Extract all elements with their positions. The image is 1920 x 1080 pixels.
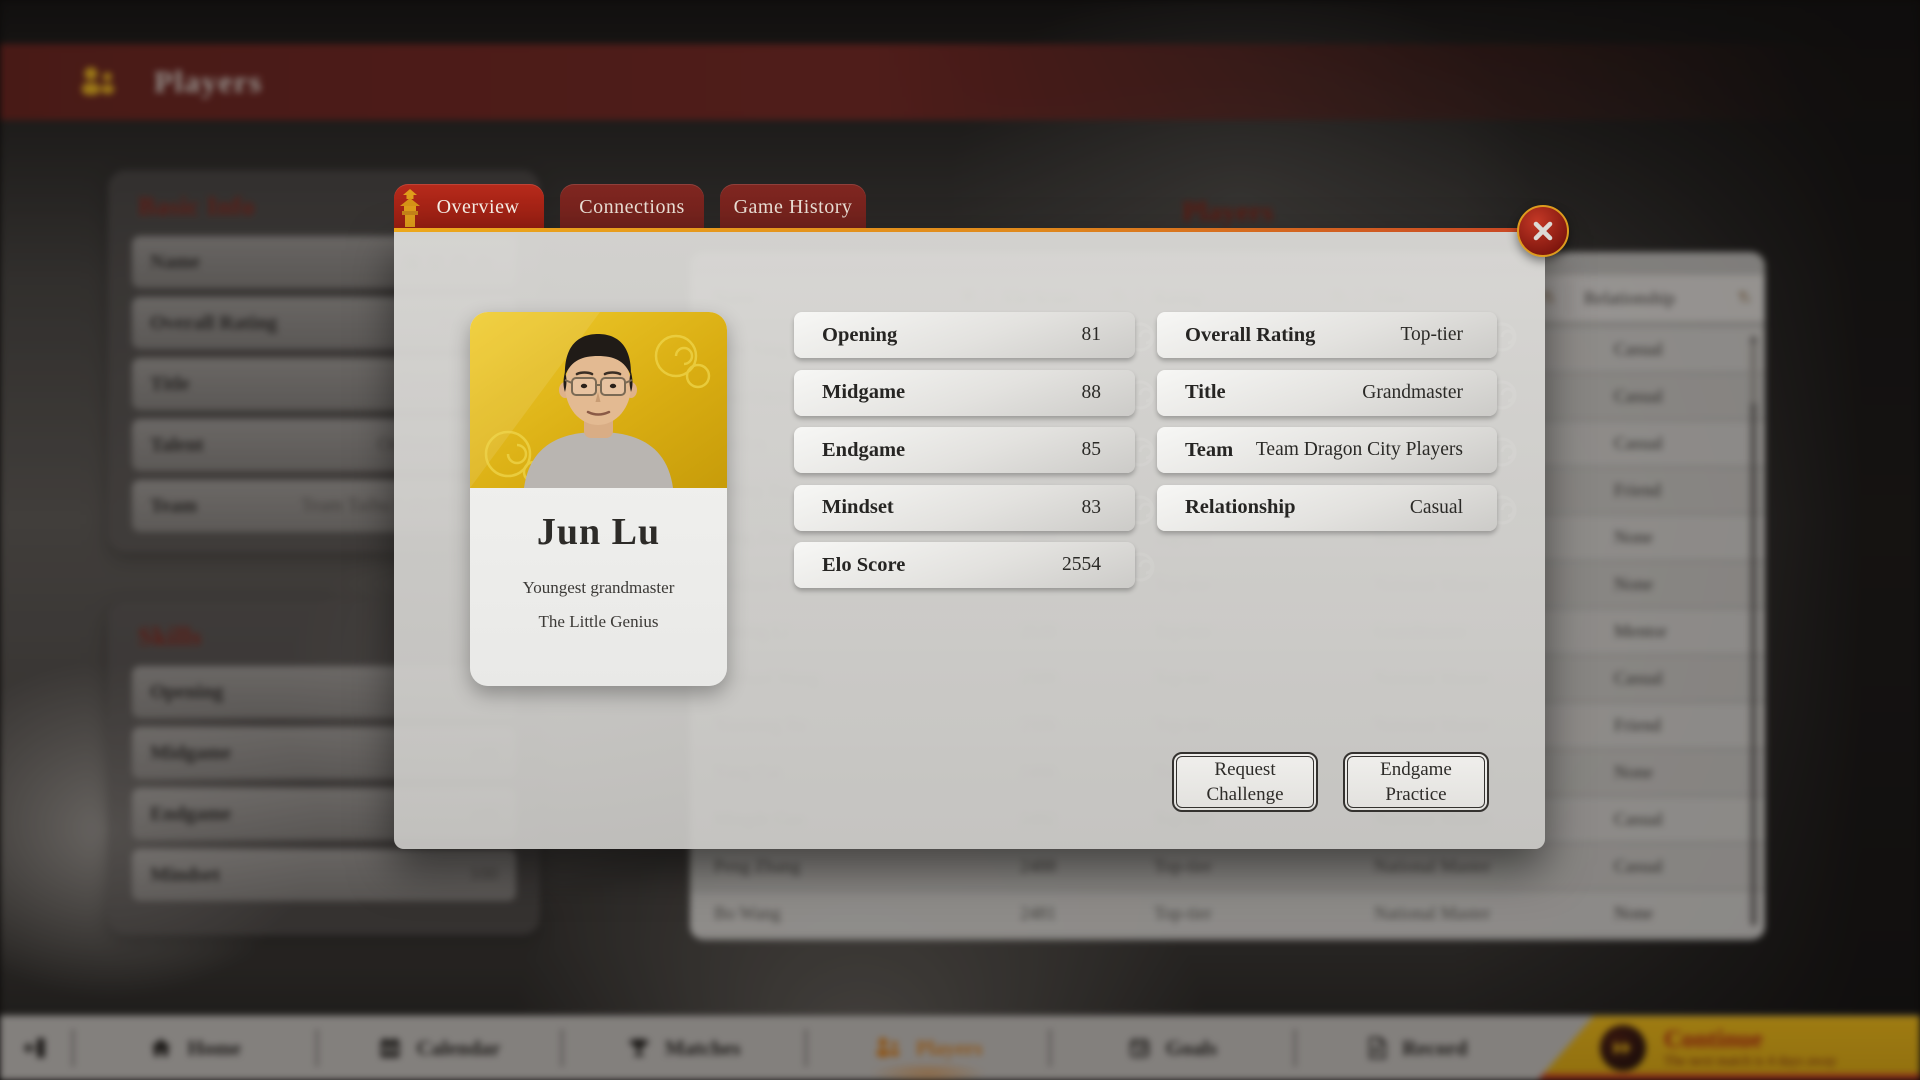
player-attributes-column: Overall Rating Top-tier Title Grandmaste… (1157, 312, 1497, 542)
swirl-decoration (1485, 378, 1519, 412)
swirl-decoration (1123, 435, 1157, 469)
attribute-value: Team Dragon City Players (1256, 439, 1463, 461)
stat-row: Midgame 88 (794, 370, 1135, 416)
stat-label: Midgame (822, 381, 905, 404)
attribute-row: Overall Rating Top-tier (1157, 312, 1497, 358)
tab-connections[interactable]: Connections (560, 184, 704, 230)
modal-top-accent-line (394, 228, 1545, 232)
swirl-decoration (1123, 493, 1157, 527)
modal-tabs: Overview Connections Game History (394, 184, 866, 230)
swirl-decoration (1485, 435, 1519, 469)
swirl-decoration (1123, 320, 1157, 354)
stat-row: Mindset 83 (794, 485, 1135, 531)
attribute-value: Casual (1410, 497, 1463, 519)
player-detail-modal: Overview Connections Game History (0, 0, 1920, 1080)
stat-label: Elo Score (822, 554, 905, 577)
player-stats-column: Opening 81 Midgame 88 Endgame 85 (794, 312, 1135, 600)
attribute-row: Title Grandmaster (1157, 370, 1497, 416)
stat-label: Endgame (822, 439, 905, 462)
attribute-row: Relationship Casual (1157, 485, 1497, 531)
player-subtitle-1: Youngest grandmaster (470, 578, 727, 598)
app-root: Players Basic Info Name 魏宜风介 Overall Rat… (0, 0, 1920, 1080)
attribute-row: Team Team Dragon City Players (1157, 427, 1497, 473)
stat-row: Elo Score 2554 (794, 542, 1135, 588)
tab-label: Overview (437, 196, 520, 219)
tab-game-history[interactable]: Game History (720, 184, 866, 230)
swirl-decoration (1123, 378, 1157, 412)
stat-row: Endgame 85 (794, 427, 1135, 473)
stat-value: 85 (1082, 439, 1102, 461)
swirl-decoration (1485, 493, 1519, 527)
player-portrait (470, 312, 727, 488)
endgame-practice-button[interactable]: Endgame Practice (1343, 752, 1489, 812)
pagoda-icon (396, 189, 424, 227)
tab-label: Game History (734, 196, 853, 219)
modal-body: Jun Lu Youngest grandmaster The Little G… (394, 230, 1545, 849)
stat-label: Opening (822, 324, 897, 347)
stat-value: 2554 (1062, 554, 1101, 576)
attribute-value: Top-tier (1400, 324, 1463, 346)
attribute-label: Overall Rating (1185, 324, 1315, 347)
attribute-label: Team (1185, 439, 1233, 462)
request-challenge-button[interactable]: Request Challenge (1172, 752, 1318, 812)
attribute-value: Grandmaster (1362, 382, 1463, 404)
player-subtitle-2: The Little Genius (470, 612, 727, 632)
player-name: Jun Lu (470, 510, 727, 554)
tab-label: Connections (579, 196, 685, 219)
player-card: Jun Lu Youngest grandmaster The Little G… (470, 312, 727, 686)
swirl-decoration (1123, 550, 1157, 584)
tab-overview[interactable]: Overview (394, 184, 544, 230)
swirl-decoration (1485, 320, 1519, 354)
stat-value: 81 (1082, 324, 1102, 346)
stat-value: 83 (1082, 497, 1102, 519)
modal-action-buttons: Request Challenge Endgame Practice (1172, 752, 1489, 812)
stat-label: Mindset (822, 496, 894, 519)
attribute-label: Relationship (1185, 496, 1296, 519)
stat-row: Opening 81 (794, 312, 1135, 358)
stat-value: 88 (1082, 382, 1102, 404)
attribute-label: Title (1185, 381, 1226, 404)
close-button[interactable] (1517, 205, 1569, 257)
